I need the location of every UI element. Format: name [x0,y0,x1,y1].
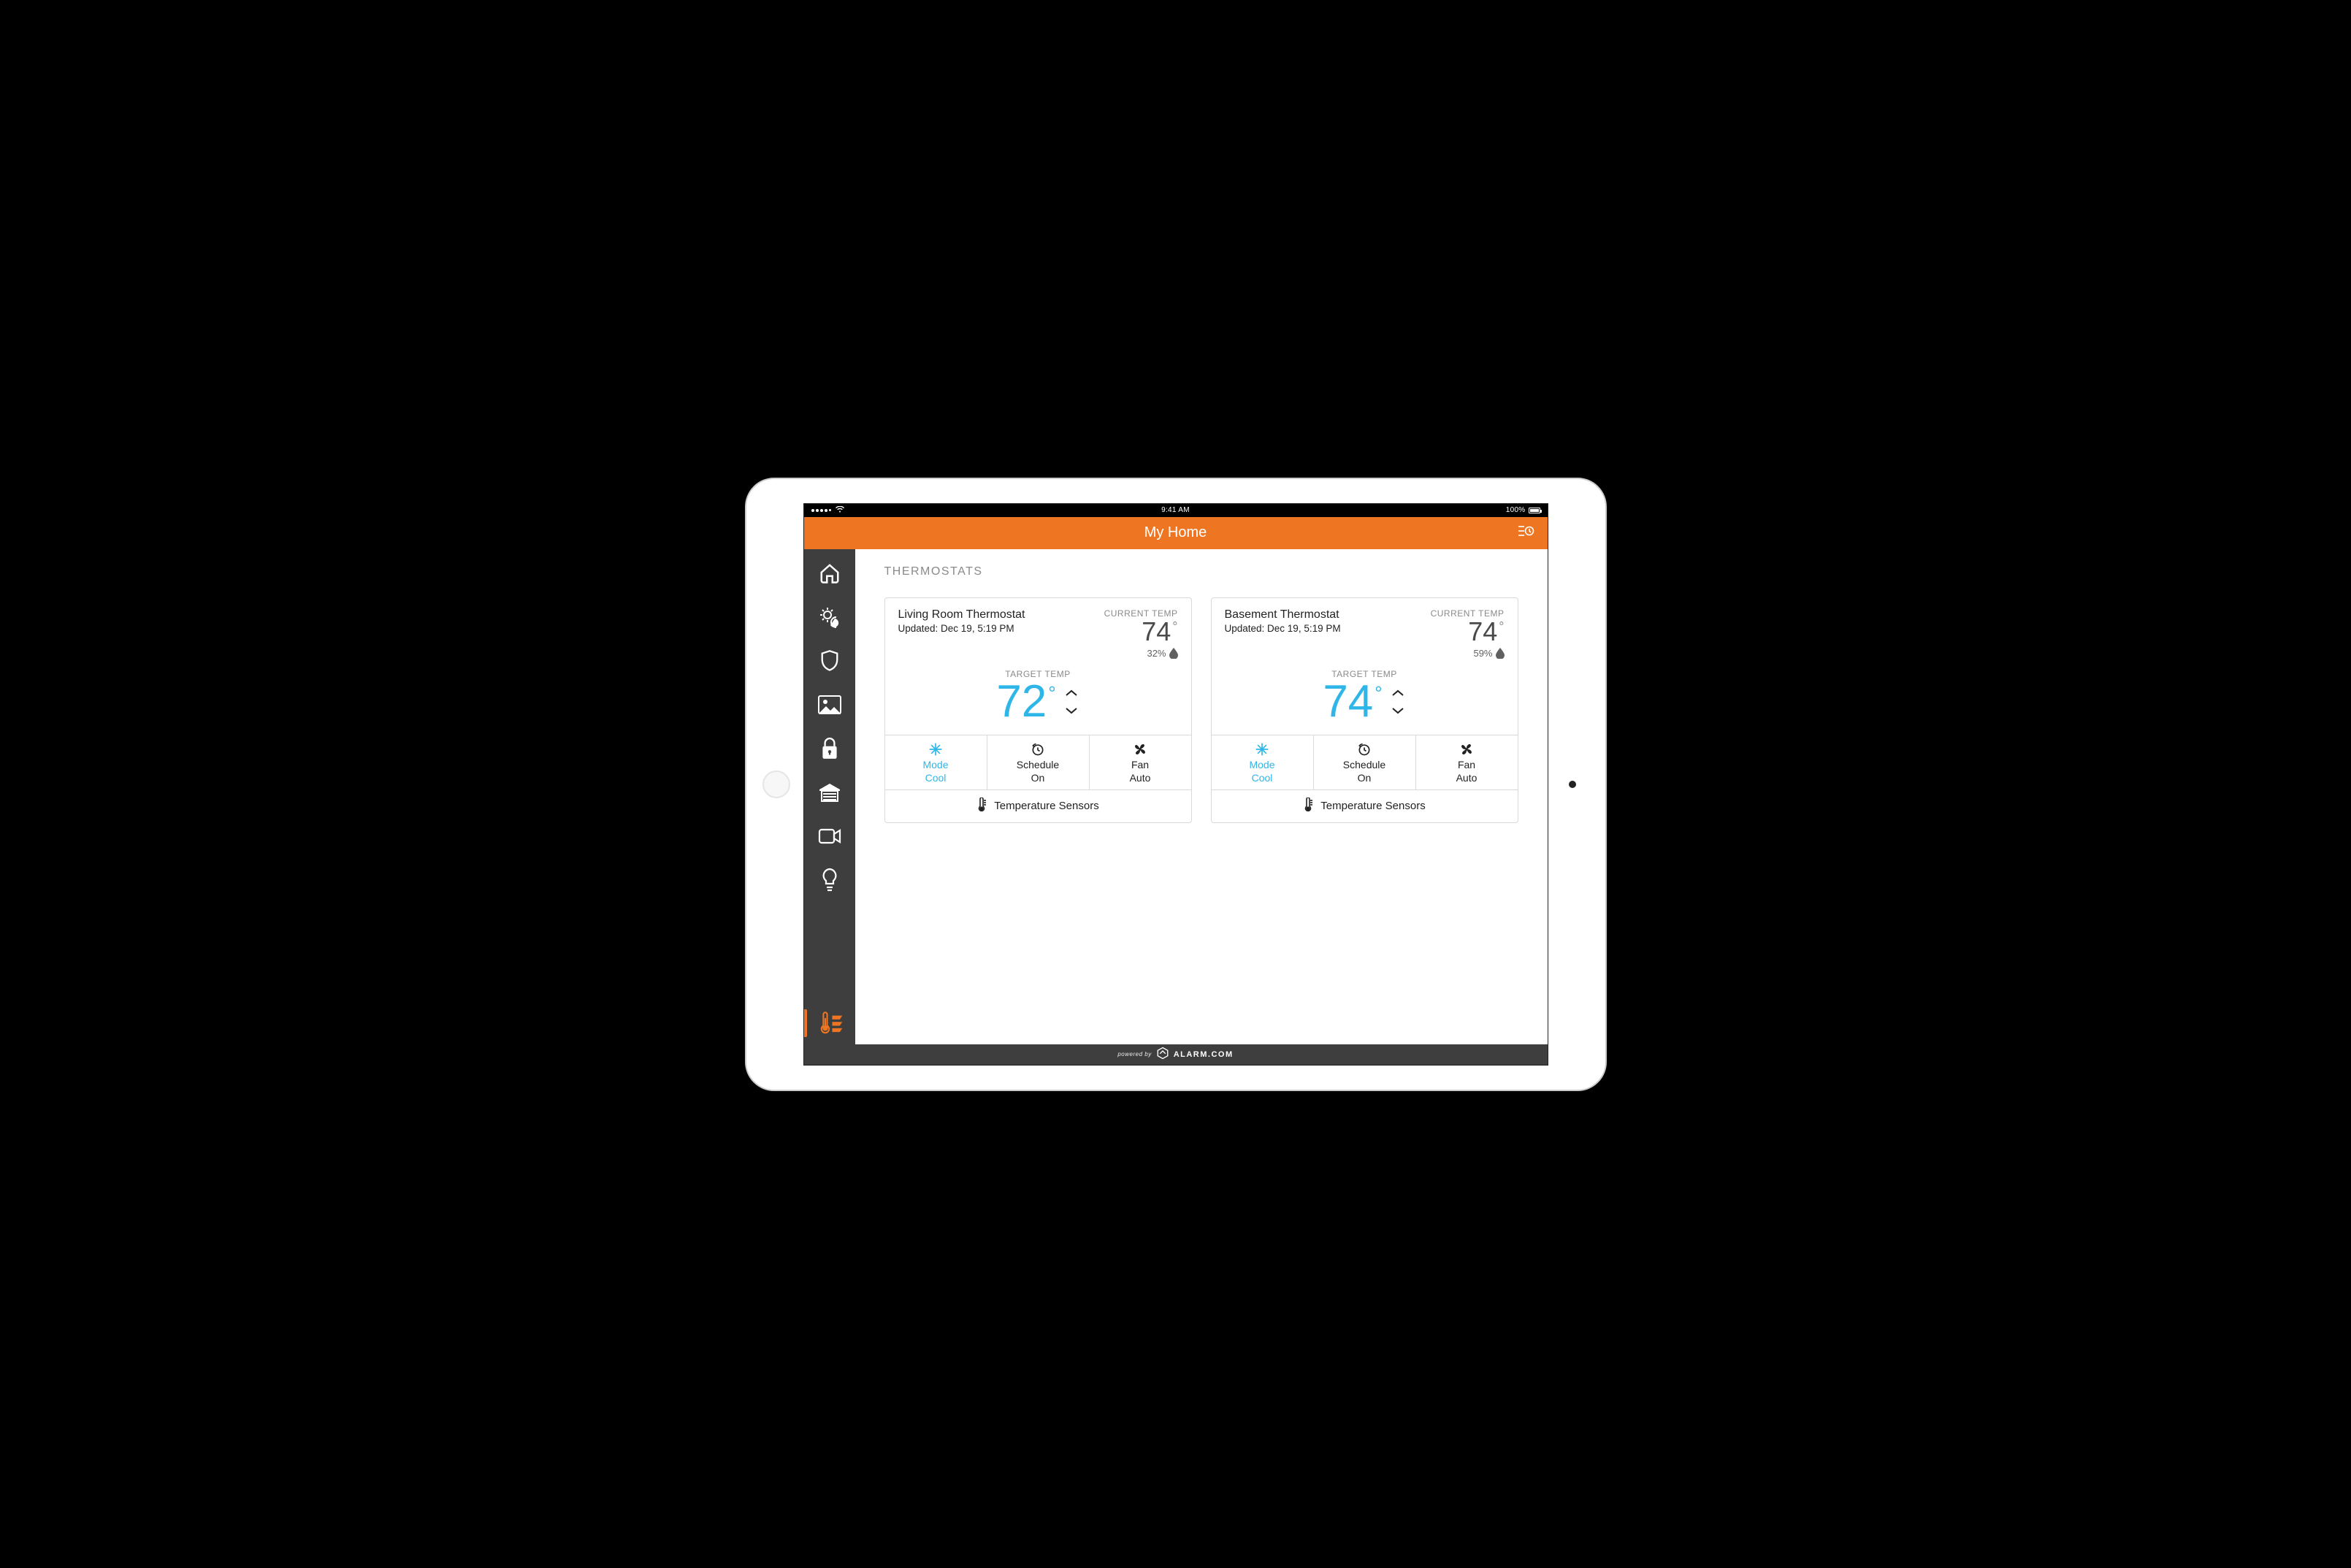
thermostat-name: Basement Thermostat [1225,608,1341,622]
app-header: My Home [804,517,1548,549]
status-bar: 9:41 AM 100% [804,504,1548,517]
schedule-icon [1357,741,1372,757]
sensors-label: Temperature Sensors [1320,800,1425,812]
fan-button[interactable]: Fan Auto [1090,735,1191,789]
temperature-sensors-button[interactable]: Temperature Sensors [1212,789,1518,822]
snowflake-icon [1255,741,1269,757]
sidebar-video-icon[interactable] [816,822,844,850]
fan-icon [1459,741,1475,757]
sidebar-garage-icon[interactable] [816,779,844,806]
snowflake-icon [928,741,943,757]
tablet-home-button[interactable] [762,770,790,798]
temperature-sensors-button[interactable]: Temperature Sensors [885,789,1191,822]
battery-indicator: 100% [1506,506,1540,514]
thermostat-card: Basement Thermostat Updated: Dec 19, 5:1… [1211,597,1518,823]
section-title: THERMOSTATS [855,549,1548,584]
humidity-value: 32% [1147,648,1166,659]
current-temp-value: 74 [1142,619,1171,645]
sidebar-images-icon[interactable] [816,691,844,719]
signal-indicator [811,506,844,515]
sensors-label: Temperature Sensors [994,800,1098,812]
schedule-label: Schedule [1343,759,1385,770]
temp-down-button[interactable] [1063,704,1079,717]
mode-label: Mode [922,759,948,770]
thermostat-updated: Updated: Dec 19, 5:19 PM [1225,623,1341,634]
app-screen: 9:41 AM 100% My Home [803,503,1548,1066]
humidity-drop-icon [1169,648,1178,659]
fan-label: Fan [1458,759,1475,770]
status-time: 9:41 AM [1161,506,1190,514]
powered-by-label: powered by [1117,1051,1151,1058]
fan-value: Auto [1130,772,1151,784]
thermostat-name: Living Room Thermostat [898,608,1025,622]
schedule-icon [1031,741,1045,757]
mode-button[interactable]: Mode Cool [885,735,987,789]
fan-value: Auto [1456,772,1478,784]
schedule-shortcut-icon[interactable] [1517,524,1534,543]
thermostat-updated: Updated: Dec 19, 5:19 PM [898,623,1025,634]
sidebar-thermostat-icon[interactable] [816,1009,844,1037]
brand-hex-icon [1156,1047,1169,1062]
wifi-icon [836,506,844,515]
sidebar-home-icon[interactable] [816,559,844,587]
target-temp-value: 72 [996,679,1047,724]
page-title: My Home [1144,524,1207,541]
current-temp-value: 74 [1468,619,1497,645]
sidebar [804,549,855,1044]
thermometer-small-icon [1303,798,1313,815]
target-temp-value: 74 [1323,679,1373,724]
app-footer: powered by ALARM.COM [804,1044,1548,1065]
schedule-label: Schedule [1017,759,1059,770]
sidebar-scenes-icon[interactable] [816,603,844,631]
sidebar-lights-icon[interactable] [816,866,844,894]
sidebar-locks-icon[interactable] [816,735,844,762]
mode-value: Cool [1252,772,1273,784]
humidity-value: 59% [1473,648,1492,659]
schedule-button[interactable]: Schedule On [1314,735,1416,789]
tablet-camera [1569,781,1576,788]
humidity-drop-icon [1496,648,1505,659]
main-content: THERMOSTATS Living Room Thermostat Updat… [855,549,1548,1044]
sidebar-security-icon[interactable] [816,647,844,675]
fan-label: Fan [1131,759,1149,770]
mode-label: Mode [1249,759,1274,770]
battery-label: 100% [1506,506,1526,514]
thermometer-small-icon [976,798,987,815]
fan-button[interactable]: Fan Auto [1416,735,1518,789]
schedule-value: On [1358,772,1372,784]
temp-up-button[interactable] [1390,687,1406,700]
thermostat-card: Living Room Thermostat Updated: Dec 19, … [884,597,1192,823]
temp-down-button[interactable] [1390,704,1406,717]
tablet-frame: 9:41 AM 100% My Home [745,478,1607,1091]
schedule-button[interactable]: Schedule On [987,735,1090,789]
temp-up-button[interactable] [1063,687,1079,700]
thermostat-cards: Living Room Thermostat Updated: Dec 19, … [855,584,1548,836]
schedule-value: On [1031,772,1045,784]
fan-icon [1132,741,1148,757]
mode-value: Cool [925,772,947,784]
mode-button[interactable]: Mode Cool [1212,735,1314,789]
brand-label: ALARM.COM [1174,1050,1234,1059]
